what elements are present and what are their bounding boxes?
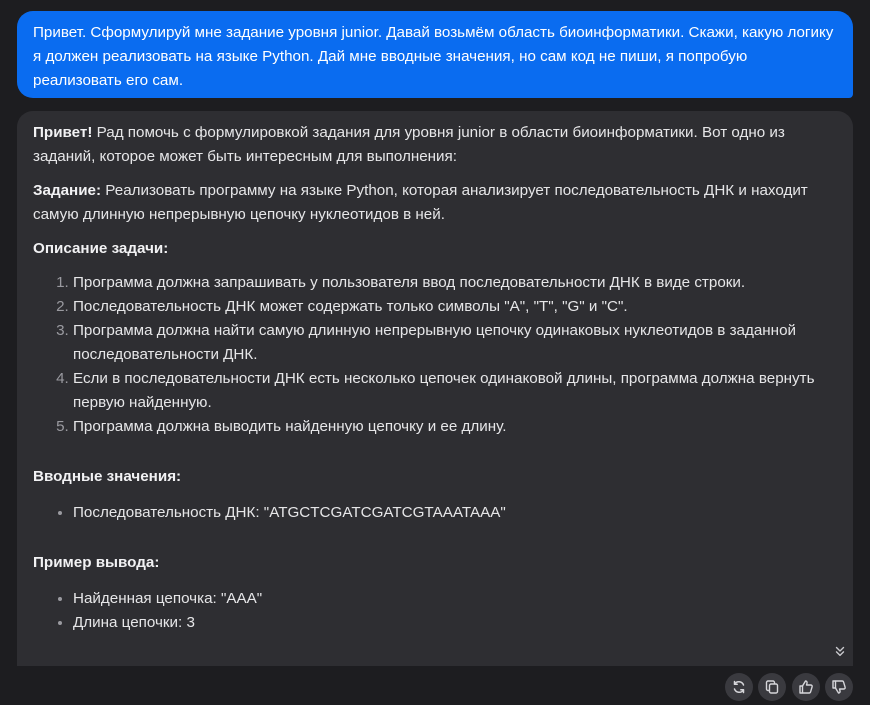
copy-button[interactable]	[758, 673, 786, 701]
user-message-bubble: Привет. Сформулируй мне задание уровня j…	[17, 11, 853, 98]
list-item: Последовательность ДНК может содержать т…	[73, 295, 837, 319]
refresh-icon	[733, 680, 745, 694]
assistant-intro: Привет! Рад помочь с формулировкой задан…	[33, 121, 837, 169]
like-button[interactable]	[792, 673, 820, 701]
list-item: Длина цепочки: 3	[73, 611, 837, 635]
regenerate-button[interactable]	[725, 673, 753, 701]
task-text: Реализовать программу на языке Python, к…	[33, 182, 808, 223]
greeting-bold: Привет!	[33, 124, 93, 141]
list-item: Программа должна найти самую длинную неп…	[73, 319, 837, 367]
description-heading: Описание задачи:	[33, 240, 169, 257]
assistant-message-bubble: Привет! Рад помочь с формулировкой задан…	[17, 111, 853, 666]
task-paragraph: Задание: Реализовать программу на языке …	[33, 179, 837, 227]
task-label: Задание:	[33, 182, 102, 199]
thumbs-up-icon	[799, 680, 813, 694]
description-list: Программа должна запрашивать у пользоват…	[33, 271, 837, 439]
copy-icon	[765, 680, 779, 694]
list-item: Последовательность ДНК: "ATGCTCGATCGATCG…	[73, 501, 837, 525]
greeting-text: Рад помочь с формулировкой задания для у…	[33, 124, 785, 165]
input-heading: Вводные значения:	[33, 468, 182, 485]
dislike-button[interactable]	[825, 673, 853, 701]
input-list: Последовательность ДНК: "ATGCTCGATCGATCG…	[33, 501, 837, 525]
list-item: Найденная цепочка: "AAA"	[73, 587, 837, 611]
list-item: Программа должна выводить найденную цепо…	[73, 415, 837, 439]
output-heading: Пример вывода:	[33, 554, 160, 571]
output-list: Найденная цепочка: "AAA" Длина цепочки: …	[33, 587, 837, 635]
list-item: Программа должна запрашивать у пользоват…	[73, 271, 837, 295]
list-item: Если в последовательности ДНК есть неско…	[73, 367, 837, 415]
chevron-double-down-icon[interactable]	[832, 644, 848, 660]
thumbs-down-icon	[832, 680, 846, 694]
user-message-text: Привет. Сформулируй мне задание уровня j…	[33, 24, 834, 89]
